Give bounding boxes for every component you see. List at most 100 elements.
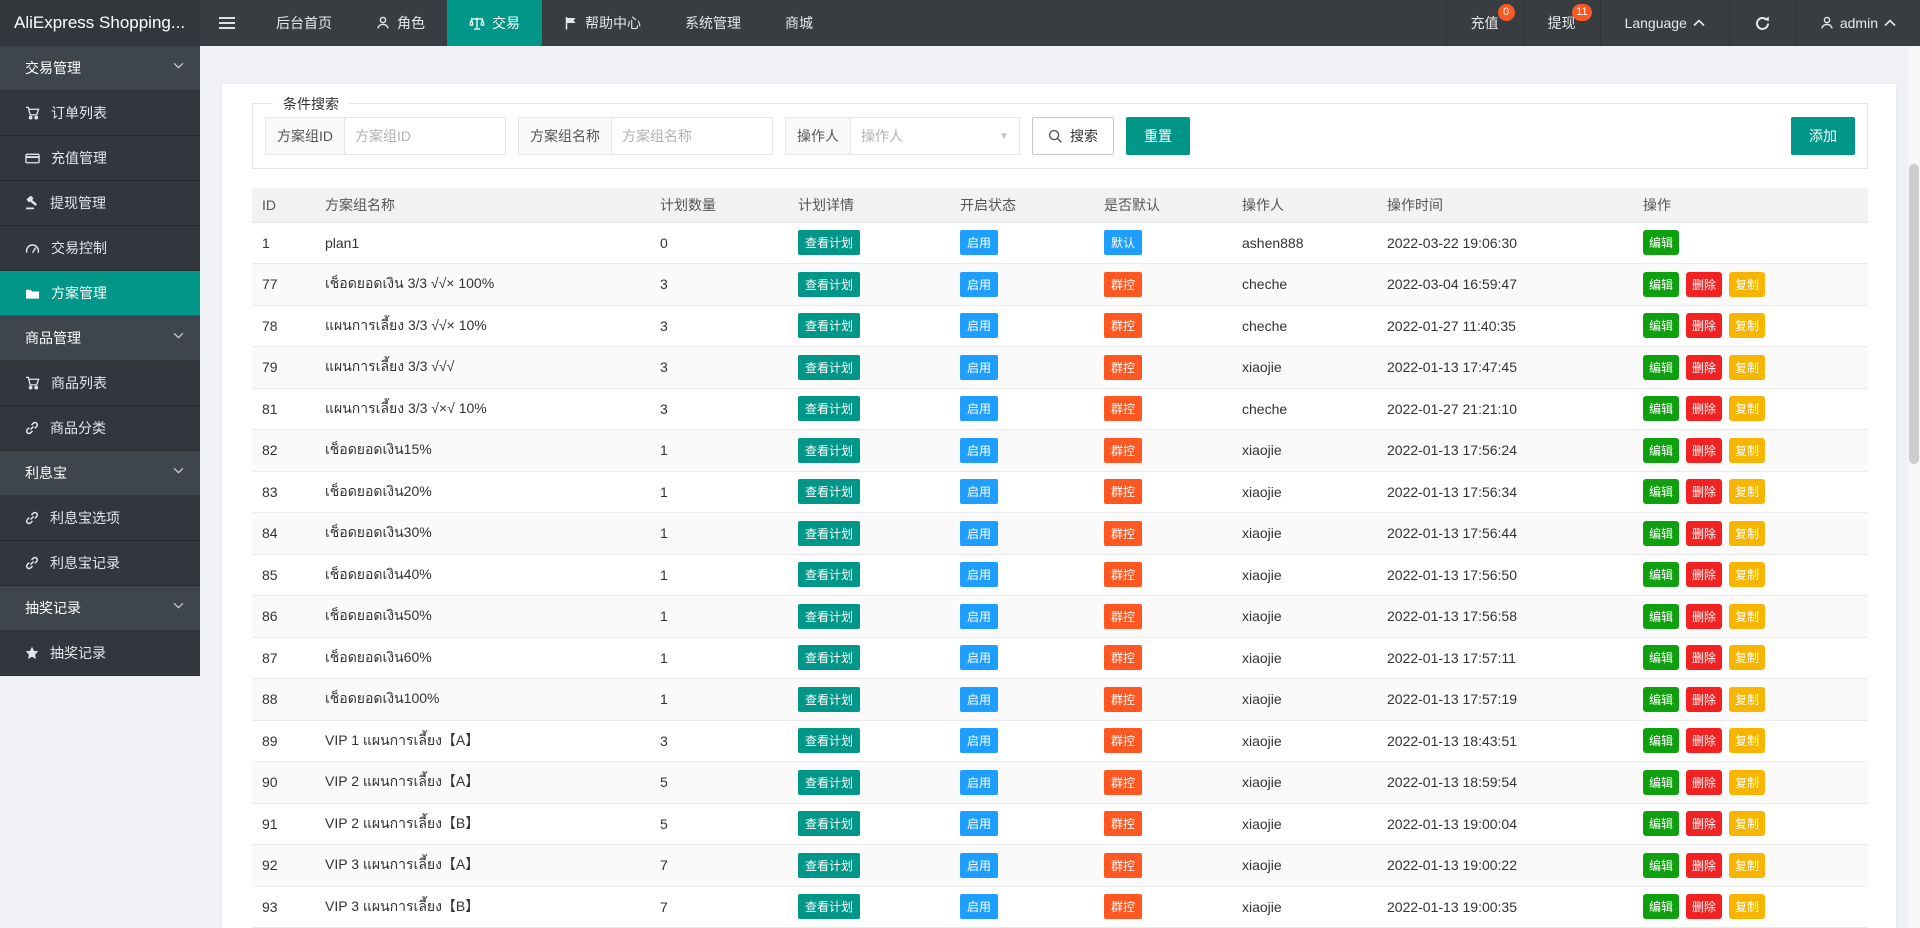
nav-item-4[interactable]: 帮助中心 [542, 0, 663, 46]
copy-button[interactable]: 复制 [1729, 396, 1765, 421]
sidebar-item-4[interactable]: 提现管理 [0, 181, 200, 226]
edit-button[interactable]: 编辑 [1643, 521, 1679, 546]
view-plan-button[interactable]: 查看计划 [798, 687, 860, 712]
copy-button[interactable]: 复制 [1729, 811, 1765, 836]
search-button[interactable]: 搜索 [1032, 117, 1114, 155]
copy-button[interactable]: 复制 [1729, 562, 1765, 587]
status-enabled-badge[interactable]: 启用 [960, 230, 998, 255]
status-enabled-badge[interactable]: 启用 [960, 272, 998, 297]
edit-button[interactable]: 编辑 [1643, 604, 1679, 629]
sidebar-item-12[interactable]: 利息宝记录 [0, 541, 200, 586]
copy-button[interactable]: 复制 [1729, 645, 1765, 670]
edit-button[interactable]: 编辑 [1643, 272, 1679, 297]
copy-button[interactable]: 复制 [1729, 521, 1765, 546]
status-enabled-badge[interactable]: 启用 [960, 728, 998, 753]
edit-button[interactable]: 编辑 [1643, 313, 1679, 338]
nav-item-6[interactable]: 商城 [763, 0, 835, 46]
delete-button[interactable]: 删除 [1686, 770, 1722, 795]
default-badge[interactable]: 群控 [1104, 811, 1142, 836]
sidebar-item-9[interactable]: 商品分类 [0, 406, 200, 451]
delete-button[interactable]: 删除 [1686, 438, 1722, 463]
sidebar-item-3[interactable]: 充值管理 [0, 136, 200, 181]
language-dropdown[interactable]: Language [1600, 0, 1729, 46]
plan-group-name-input[interactable] [611, 117, 773, 155]
sidebar-item-14[interactable]: 抽奖记录 [0, 631, 200, 676]
plan-group-id-input[interactable] [344, 117, 506, 155]
view-plan-button[interactable]: 查看计划 [798, 355, 860, 380]
sidebar-group-7[interactable]: 商品管理 [0, 316, 200, 361]
default-badge[interactable]: 群控 [1104, 355, 1142, 380]
delete-button[interactable]: 删除 [1686, 562, 1722, 587]
status-enabled-badge[interactable]: 启用 [960, 894, 998, 919]
view-plan-button[interactable]: 查看计划 [798, 645, 860, 670]
nav-item-2[interactable]: 角色 [354, 0, 447, 46]
recharge-menu-item[interactable]: 充值 0 [1446, 0, 1523, 46]
delete-button[interactable]: 删除 [1686, 894, 1722, 919]
default-badge[interactable]: 群控 [1104, 438, 1142, 463]
edit-button[interactable]: 编辑 [1643, 645, 1679, 670]
edit-button[interactable]: 编辑 [1643, 230, 1679, 255]
edit-button[interactable]: 编辑 [1643, 479, 1679, 504]
status-enabled-badge[interactable]: 启用 [960, 313, 998, 338]
sidebar-item-6[interactable]: 方案管理 [0, 271, 200, 316]
copy-button[interactable]: 复制 [1729, 770, 1765, 795]
copy-button[interactable]: 复制 [1729, 272, 1765, 297]
view-plan-button[interactable]: 查看计划 [798, 562, 860, 587]
delete-button[interactable]: 删除 [1686, 604, 1722, 629]
delete-button[interactable]: 删除 [1686, 728, 1722, 753]
view-plan-button[interactable]: 查看计划 [798, 521, 860, 546]
edit-button[interactable]: 编辑 [1643, 355, 1679, 380]
default-badge[interactable]: 群控 [1104, 770, 1142, 795]
sidebar-item-11[interactable]: 利息宝选项 [0, 496, 200, 541]
default-badge[interactable]: 群控 [1104, 853, 1142, 878]
copy-button[interactable]: 复制 [1729, 438, 1765, 463]
edit-button[interactable]: 编辑 [1643, 770, 1679, 795]
sidebar-toggle-button[interactable] [200, 0, 254, 46]
edit-button[interactable]: 编辑 [1643, 438, 1679, 463]
edit-button[interactable]: 编辑 [1643, 562, 1679, 587]
view-plan-button[interactable]: 查看计划 [798, 272, 860, 297]
view-plan-button[interactable]: 查看计划 [798, 728, 860, 753]
edit-button[interactable]: 编辑 [1643, 687, 1679, 712]
view-plan-button[interactable]: 查看计划 [798, 811, 860, 836]
delete-button[interactable]: 删除 [1686, 313, 1722, 338]
delete-button[interactable]: 删除 [1686, 272, 1722, 297]
status-enabled-badge[interactable]: 启用 [960, 355, 998, 380]
add-button[interactable]: 添加 [1791, 117, 1855, 155]
status-enabled-badge[interactable]: 启用 [960, 521, 998, 546]
sidebar-group-13[interactable]: 抽奖记录 [0, 586, 200, 631]
nav-item-5[interactable]: 系统管理 [663, 0, 763, 46]
default-badge[interactable]: 群控 [1104, 894, 1142, 919]
default-badge[interactable]: 群控 [1104, 728, 1142, 753]
scrollbar-thumb[interactable] [1909, 164, 1919, 464]
reset-button[interactable]: 重置 [1126, 117, 1190, 155]
status-enabled-badge[interactable]: 启用 [960, 604, 998, 629]
default-badge[interactable]: 群控 [1104, 479, 1142, 504]
delete-button[interactable]: 删除 [1686, 521, 1722, 546]
edit-button[interactable]: 编辑 [1643, 853, 1679, 878]
refresh-button[interactable] [1729, 0, 1795, 46]
sidebar-item-5[interactable]: 交易控制 [0, 226, 200, 271]
nav-item-3[interactable]: 交易 [447, 0, 542, 46]
default-badge[interactable]: 群控 [1104, 562, 1142, 587]
edit-button[interactable]: 编辑 [1643, 728, 1679, 753]
sidebar-item-8[interactable]: 商品列表 [0, 361, 200, 406]
copy-button[interactable]: 复制 [1729, 355, 1765, 380]
status-enabled-badge[interactable]: 启用 [960, 396, 998, 421]
status-enabled-badge[interactable]: 启用 [960, 811, 998, 836]
status-enabled-badge[interactable]: 启用 [960, 770, 998, 795]
default-badge[interactable]: 群控 [1104, 687, 1142, 712]
withdraw-menu-item[interactable]: 提现 11 [1523, 0, 1600, 46]
edit-button[interactable]: 编辑 [1643, 811, 1679, 836]
copy-button[interactable]: 复制 [1729, 728, 1765, 753]
sidebar-item-2[interactable]: 订单列表 [0, 91, 200, 136]
delete-button[interactable]: 删除 [1686, 645, 1722, 670]
view-plan-button[interactable]: 查看计划 [798, 313, 860, 338]
nav-item-1[interactable]: 后台首页 [254, 0, 354, 46]
edit-button[interactable]: 编辑 [1643, 894, 1679, 919]
status-enabled-badge[interactable]: 启用 [960, 562, 998, 587]
admin-user-menu[interactable]: admin [1795, 0, 1920, 46]
copy-button[interactable]: 复制 [1729, 894, 1765, 919]
view-plan-button[interactable]: 查看计划 [798, 438, 860, 463]
view-plan-button[interactable]: 查看计划 [798, 604, 860, 629]
